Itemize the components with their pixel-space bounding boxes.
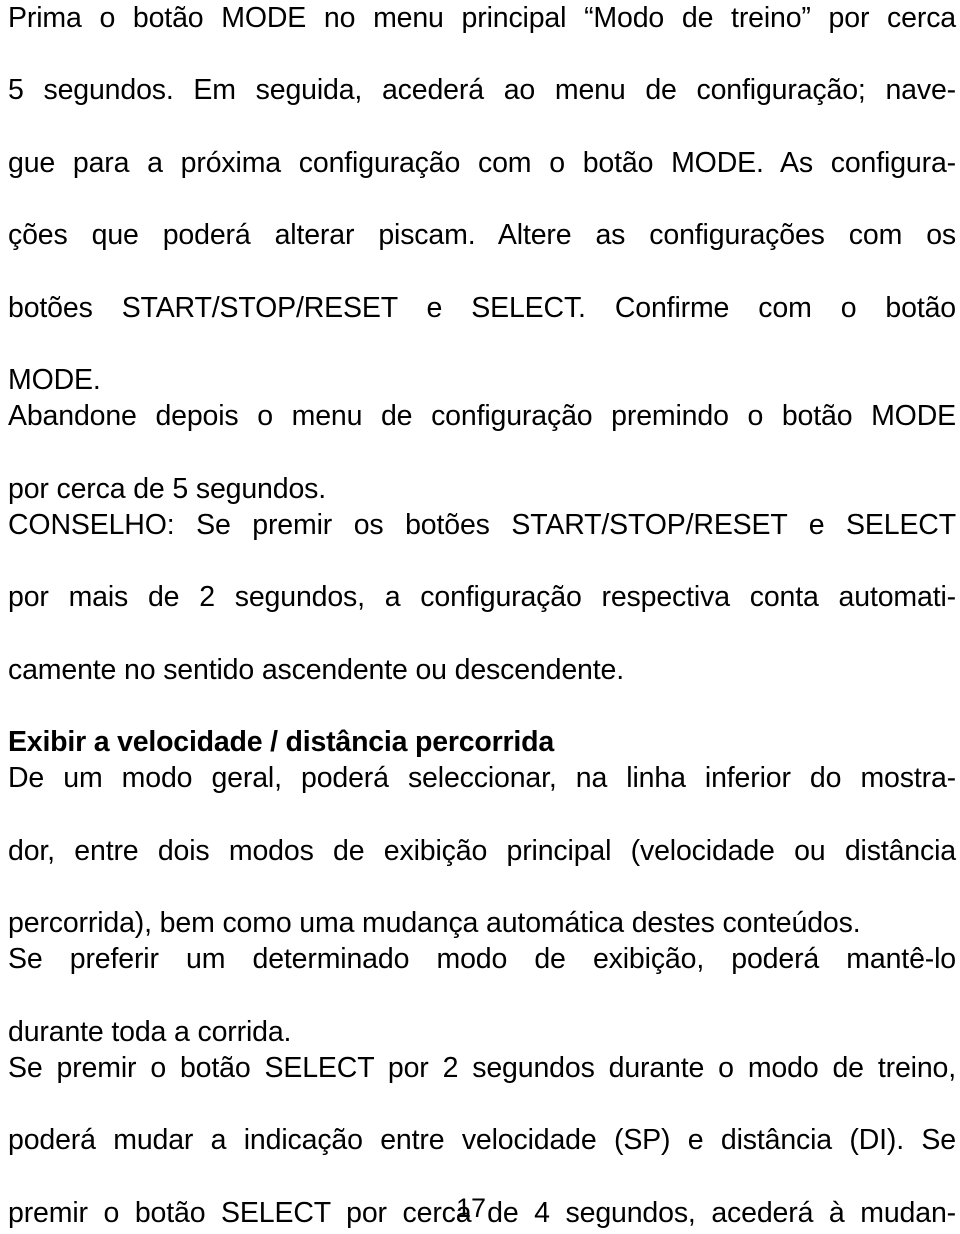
page-number-value: 17 <box>455 1193 487 1223</box>
text-line: 5 segundos. Em seguida, acederá ao menu … <box>8 74 956 107</box>
text-line: camente no sentido ascendente ou descend… <box>8 653 624 686</box>
page-number: 17 <box>0 1192 960 1224</box>
text-line: Se premir o botão SELECT por 2 segundos … <box>8 1051 956 1084</box>
text-line: ções que poderá alterar piscam. Altere a… <box>8 219 956 252</box>
text-line: CONSELHO: Se premir os botões START/STOP… <box>8 508 956 541</box>
page-content: Prima o botão MODE no menu principal “Mo… <box>8 0 956 1234</box>
paragraph-5: Se preferir um determinado modo de exibi… <box>8 941 956 1050</box>
paragraph-3-conselho: CONSELHO: Se premir os botões START/STOP… <box>8 507 956 688</box>
text-line: poderá mudar a indicação entre velocidad… <box>8 1124 956 1157</box>
document-page: Prima o botão MODE no menu principal “Mo… <box>0 0 960 1234</box>
section-heading-speed-distance: Exibir a velocidade / distância percorri… <box>8 726 554 759</box>
text-line: Prima o botão MODE no menu principal “Mo… <box>8 2 956 34</box>
text-line: dor, entre dois modos de exibição princi… <box>8 834 956 867</box>
text-line: percorrida), bem como uma mudança automá… <box>8 907 861 940</box>
text-line: De um modo geral, poderá seleccionar, na… <box>8 762 956 795</box>
text-line: durante toda a corrida. <box>8 1015 292 1048</box>
text-line: gue para a próxima configuração com o bo… <box>8 146 956 179</box>
text-line: Se preferir um determinado modo de exibi… <box>8 943 956 976</box>
paragraph-2: Abandone depois o menu de configuração p… <box>8 398 956 507</box>
paragraph-1: Prima o botão MODE no menu principal “Mo… <box>8 0 956 398</box>
text-line: por mais de 2 segundos, a configuração r… <box>8 581 956 614</box>
text-line: Abandone depois o menu de configuração p… <box>8 400 956 433</box>
text-line: botões START/STOP/RESET e SELECT. Confir… <box>8 291 956 324</box>
text-line: por cerca de 5 segundos. <box>8 472 327 505</box>
text-line: MODE. <box>8 364 101 397</box>
paragraph-4: De um modo geral, poderá seleccionar, na… <box>8 760 956 941</box>
